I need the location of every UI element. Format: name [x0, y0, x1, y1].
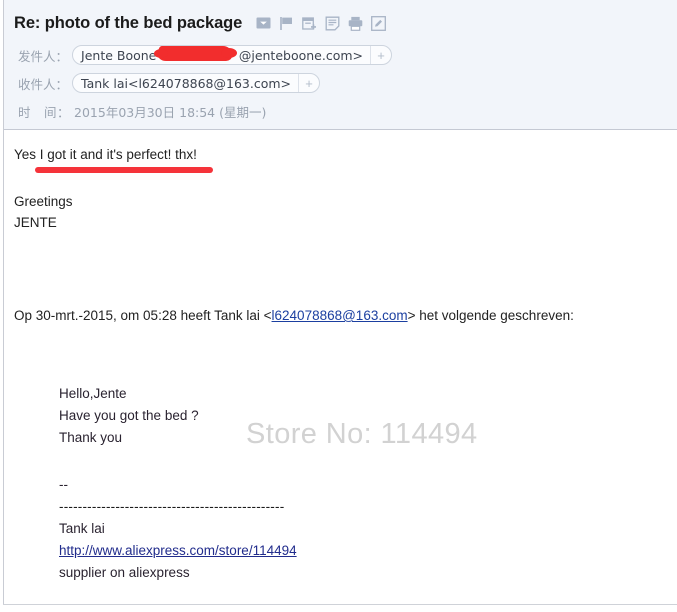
- notes-icon[interactable]: [325, 16, 340, 31]
- print-icon[interactable]: [348, 16, 363, 31]
- quoted-store-link-row: http://www.aliexpress.com/store/114494: [59, 540, 297, 562]
- reply-text: Yes I got it and it's perfect! thx!: [14, 147, 197, 162]
- recipient-address-text: Tank lai<l624078868@163.com>: [81, 75, 292, 91]
- quote-intro-line: Op 30-mrt.-2015, om 05:28 heeft Tank lai…: [14, 308, 574, 323]
- subject-row: Re: photo of the bed package: [14, 11, 387, 35]
- recipient-row: 收件人： Tank lai<l624078868@163.com> +: [18, 72, 321, 94]
- quoted-message-block: Hello,Jente Have you got the bed ? Thank…: [59, 383, 297, 584]
- quoted-line-greeting: Hello,Jente: [59, 386, 127, 401]
- sender-address-pill[interactable]: Jente Boone< @jenteboone.com> +: [72, 45, 393, 65]
- header-action-icons: [256, 16, 387, 31]
- quoted-sender-email-link[interactable]: l624078868@163.com: [272, 308, 408, 323]
- quoted-sender-name: Tank lai: [59, 521, 105, 536]
- window-bottom-border: [3, 604, 677, 605]
- quoted-signature-marker: --: [59, 477, 68, 492]
- time-row: 时 间： 2015年03月30日 18:54 (星期一): [18, 100, 266, 122]
- time-label: 时 间：: [18, 104, 71, 120]
- email-message-window: Re: photo of the bed package 发件人： Jente …: [0, 0, 677, 612]
- signature-text: JENTE: [14, 215, 57, 230]
- calendar-add-icon[interactable]: [302, 16, 317, 31]
- flag-icon[interactable]: [279, 16, 294, 31]
- quoted-tagline: supplier on aliexpress: [59, 565, 190, 580]
- time-value: 2015年03月30日 18:54 (星期一): [74, 104, 267, 120]
- email-body: Yes I got it and it's perfect! thx! Gree…: [4, 131, 677, 604]
- add-sender-contact-button[interactable]: +: [370, 46, 391, 64]
- sender-address-text: Jente Boone< @jenteboone.com>: [81, 47, 364, 63]
- sender-label: 发件人：: [18, 48, 69, 64]
- recipient-label: 收件人：: [18, 76, 69, 92]
- page-title: Re: photo of the bed package: [14, 13, 243, 32]
- greeting-text: Greetings: [14, 194, 73, 209]
- envelope-dropdown-icon[interactable]: [256, 16, 271, 31]
- quoted-line-thanks: Thank you: [59, 430, 123, 445]
- add-recipient-contact-button[interactable]: +: [298, 74, 319, 92]
- store-url-link[interactable]: http://www.aliexpress.com/store/114494: [59, 543, 297, 558]
- email-header: Re: photo of the bed package 发件人： Jente …: [4, 0, 677, 130]
- quoted-line-question: Have you got the bed ?: [59, 408, 199, 423]
- recipient-address-pill[interactable]: Tank lai<l624078868@163.com> +: [72, 73, 321, 93]
- sender-row: 发件人： Jente Boone< @jenteboone.com> +: [18, 44, 393, 66]
- red-highlight-underline: [35, 167, 213, 173]
- edit-icon[interactable]: [371, 16, 387, 31]
- quoted-spacer: [59, 449, 297, 474]
- quoted-divider: ----------------------------------------…: [59, 499, 285, 514]
- quote-intro-prefix: Op 30-mrt.-2015, om 05:28 heeft Tank lai…: [14, 308, 272, 323]
- quote-intro-suffix: > het volgende geschreven:: [407, 308, 574, 323]
